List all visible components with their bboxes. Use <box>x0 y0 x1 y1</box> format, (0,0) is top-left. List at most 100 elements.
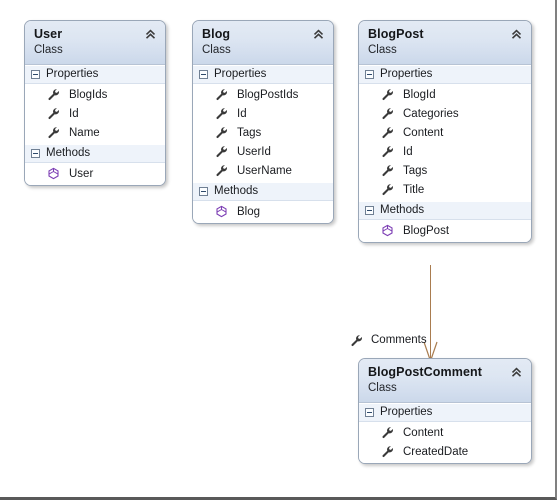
member-row[interactable]: BlogPostIds <box>193 85 333 104</box>
chevron-double-up-icon[interactable] <box>510 28 523 41</box>
compartment-label: Properties <box>380 406 433 418</box>
member-row[interactable]: UserId <box>193 142 333 161</box>
collapse-box-icon[interactable] <box>31 148 40 158</box>
property-wrench-icon <box>381 426 394 439</box>
member-row[interactable]: Content <box>359 123 531 142</box>
property-wrench-icon <box>215 88 228 101</box>
class-header-blog: Blog Class <box>193 21 333 65</box>
member-row[interactable]: Id <box>25 104 165 123</box>
member-row[interactable]: CreatedDate <box>359 442 531 461</box>
member-row[interactable]: Tags <box>359 161 531 180</box>
compartment-label: Methods <box>46 147 91 159</box>
compartment-label: Methods <box>214 185 259 197</box>
class-stereotype-user: Class <box>34 44 63 56</box>
member-name: UserName <box>237 164 292 177</box>
member-row[interactable]: Tags <box>193 123 333 142</box>
member-name: Content <box>403 126 444 139</box>
member-name: BlogPost <box>403 224 450 237</box>
member-name: Id <box>403 145 413 158</box>
member-list-methods: User <box>25 163 165 185</box>
chevron-double-up-icon[interactable] <box>510 366 523 379</box>
chevron-double-up-icon[interactable] <box>144 28 157 41</box>
member-row[interactable]: UserName <box>193 161 333 180</box>
member-name: Tags <box>403 164 428 177</box>
member-list-properties: BlogId Categories Content Id Tags Title <box>359 84 531 201</box>
member-list-methods: BlogPost <box>359 220 531 242</box>
member-name: BlogPostIds <box>237 88 299 101</box>
class-header-user: User Class <box>25 21 165 65</box>
compartment-header-properties[interactable]: Properties <box>25 65 165 84</box>
compartment-header-methods[interactable]: Methods <box>359 201 531 220</box>
class-title-blogpost: BlogPost <box>368 27 424 41</box>
collapse-box-icon[interactable] <box>199 69 208 79</box>
class-header-blogpostcomment: BlogPostComment Class <box>359 359 531 403</box>
property-wrench-icon <box>381 145 394 158</box>
compartment-header-properties[interactable]: Properties <box>359 65 531 84</box>
collapse-box-icon[interactable] <box>365 407 374 417</box>
member-list-properties: Content CreatedDate <box>359 422 531 463</box>
member-row[interactable]: Id <box>193 104 333 123</box>
compartment-header-methods[interactable]: Methods <box>25 144 165 163</box>
collapse-box-icon[interactable] <box>365 69 374 79</box>
member-row[interactable]: Categories <box>359 104 531 123</box>
property-wrench-icon <box>47 107 60 120</box>
member-name: BlogIds <box>69 88 108 101</box>
chevron-double-up-icon[interactable] <box>312 28 325 41</box>
property-wrench-icon <box>381 164 394 177</box>
member-name: Content <box>403 426 444 439</box>
member-name: Id <box>69 107 79 120</box>
member-row[interactable]: Blog <box>193 202 333 221</box>
property-wrench-icon <box>381 107 394 120</box>
member-row[interactable]: User <box>25 164 165 183</box>
property-wrench-icon <box>350 334 363 347</box>
property-wrench-icon <box>381 445 394 458</box>
class-box-blogpostcomment[interactable]: BlogPostComment Class Properties Content <box>358 358 532 464</box>
property-wrench-icon <box>215 164 228 177</box>
class-title-blog: Blog <box>202 27 231 41</box>
method-cube-icon <box>215 205 228 218</box>
compartment-label: Methods <box>380 204 425 216</box>
compartment-label: Properties <box>46 68 99 80</box>
class-stereotype-blogpostcomment: Class <box>368 382 397 394</box>
collapse-box-icon[interactable] <box>199 186 208 196</box>
member-row[interactable]: Content <box>359 423 531 442</box>
class-title-user: User <box>34 27 63 41</box>
property-wrench-icon <box>215 107 228 120</box>
property-wrench-icon <box>47 126 60 139</box>
member-list-methods: Blog <box>193 201 333 223</box>
class-header-blogpost: BlogPost Class <box>359 21 531 65</box>
member-row[interactable]: Id <box>359 142 531 161</box>
class-box-user[interactable]: User Class Properties BlogIds Id Name Me… <box>24 20 166 186</box>
property-wrench-icon <box>381 88 394 101</box>
member-name: BlogId <box>403 88 436 101</box>
property-wrench-icon <box>381 126 394 139</box>
property-wrench-icon <box>215 126 228 139</box>
association-label-text: Comments <box>371 334 427 346</box>
member-row[interactable]: BlogIds <box>25 85 165 104</box>
method-cube-icon <box>381 224 394 237</box>
association-label-comments[interactable]: Comments <box>350 333 427 347</box>
class-box-blog[interactable]: Blog Class Properties BlogPostIds Id Tag… <box>192 20 334 224</box>
class-diagram-canvas: User Class Properties BlogIds Id Name Me… <box>0 0 557 500</box>
member-name: Title <box>403 183 425 196</box>
collapse-box-icon[interactable] <box>31 69 40 79</box>
compartment-header-properties[interactable]: Properties <box>193 65 333 84</box>
member-row[interactable]: Title <box>359 180 531 199</box>
member-list-properties: BlogIds Id Name <box>25 84 165 144</box>
member-name: Tags <box>237 126 262 139</box>
compartment-header-methods[interactable]: Methods <box>193 182 333 201</box>
class-stereotype-blog: Class <box>202 44 231 56</box>
member-name: Name <box>69 126 100 139</box>
collapse-box-icon[interactable] <box>365 205 374 215</box>
member-row[interactable]: BlogPost <box>359 221 531 240</box>
member-list-properties: BlogPostIds Id Tags UserId UserName <box>193 84 333 182</box>
member-name: Blog <box>237 205 261 218</box>
compartment-header-properties[interactable]: Properties <box>359 403 531 422</box>
class-title-blogpostcomment: BlogPostComment <box>368 365 482 379</box>
member-name: Categories <box>403 107 459 120</box>
member-name: UserId <box>237 145 271 158</box>
class-box-blogpost[interactable]: BlogPost Class Properties BlogId Categor… <box>358 20 532 243</box>
member-row[interactable]: Name <box>25 123 165 142</box>
member-name: CreatedDate <box>403 445 469 458</box>
member-row[interactable]: BlogId <box>359 85 531 104</box>
